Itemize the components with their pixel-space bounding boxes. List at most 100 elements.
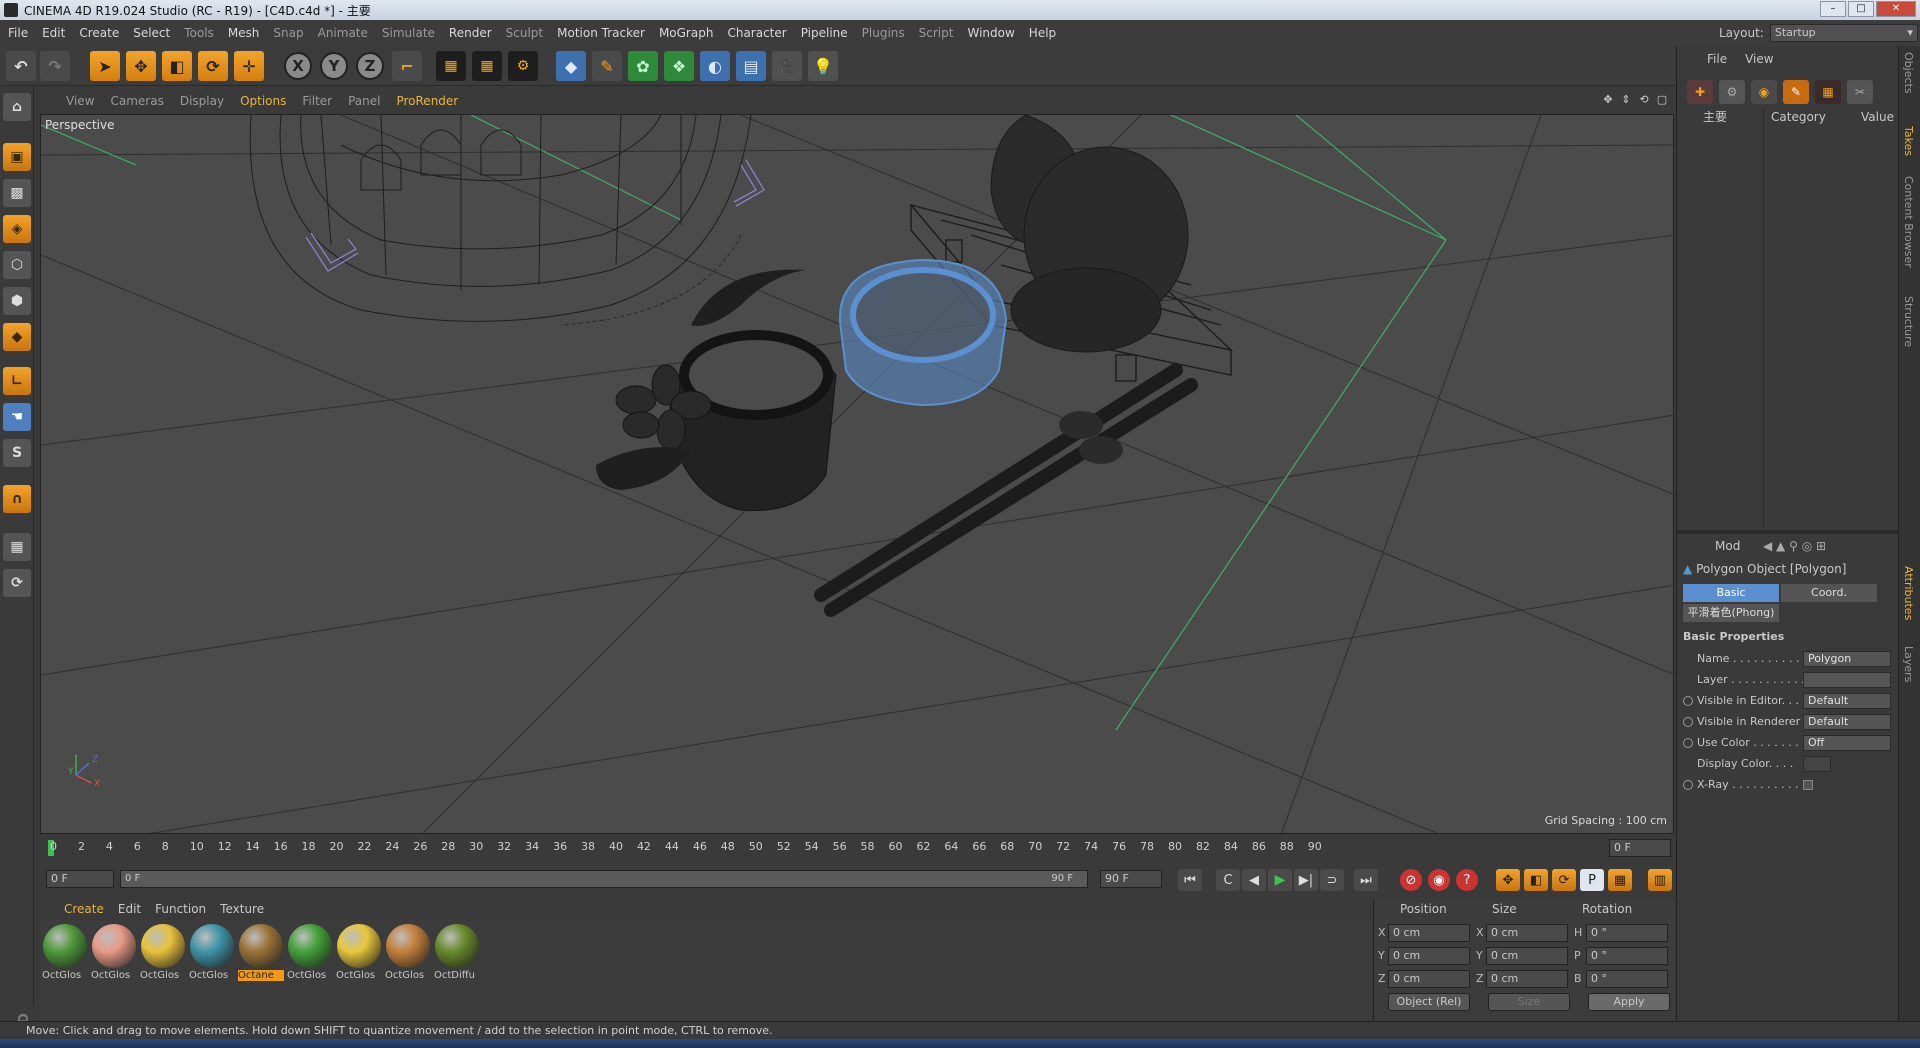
polygons-mode-icon[interactable]: ◆: [3, 323, 31, 351]
menu-pipeline[interactable]: Pipeline: [801, 26, 848, 40]
workplane-mode-icon[interactable]: ◈: [3, 215, 31, 243]
z-axis-lock-icon[interactable]: Z: [356, 52, 384, 80]
side-tab-attributes[interactable]: Attributes: [1902, 566, 1915, 620]
position-x-field[interactable]: 0 cm: [1388, 924, 1470, 942]
light-icon[interactable]: 💡: [808, 51, 838, 81]
key-pla-icon[interactable]: ▦: [1608, 869, 1632, 891]
side-tab-structure[interactable]: Structure: [1902, 296, 1915, 347]
minimize-button[interactable]: –: [1820, 1, 1846, 17]
menu-simulate[interactable]: Simulate: [382, 26, 435, 40]
cube-primitive-icon[interactable]: ◆: [556, 51, 586, 81]
previous-frame-icon[interactable]: ◀: [1242, 869, 1266, 891]
attribute-value[interactable]: Default: [1803, 714, 1891, 730]
key-scale-icon[interactable]: ◧: [1524, 869, 1548, 891]
magnet-icon[interactable]: ∩: [3, 485, 31, 513]
deformer-icon[interactable]: ◐: [700, 51, 730, 81]
record-keys-icon[interactable]: ⊘: [1400, 869, 1422, 891]
menu-tools[interactable]: Tools: [184, 26, 214, 40]
y-axis-lock-icon[interactable]: Y: [320, 52, 348, 80]
material-menu-texture[interactable]: Texture: [220, 902, 264, 916]
current-frame-field[interactable]: 0 F: [1609, 839, 1671, 857]
viewport-menu-panel[interactable]: Panel: [348, 94, 380, 108]
scale-tool-icon[interactable]: ◧: [162, 51, 192, 81]
apply-button[interactable]: Apply: [1588, 993, 1670, 1011]
material-menu-edit[interactable]: Edit: [118, 902, 141, 916]
rotation-b-field[interactable]: 0 °: [1586, 970, 1668, 988]
menu-animate[interactable]: Animate: [318, 26, 368, 40]
tweak-mode-icon[interactable]: ☚: [3, 403, 31, 431]
menu-render[interactable]: Render: [449, 26, 492, 40]
material-swatch[interactable]: OctGlos: [140, 924, 186, 986]
position-z-field[interactable]: 0 cm: [1388, 970, 1470, 988]
menu-window[interactable]: Window: [967, 26, 1014, 40]
side-tab-takes[interactable]: Takes: [1902, 126, 1915, 156]
workplane-icon[interactable]: ⟳: [3, 569, 31, 597]
frame-range-slider[interactable]: 0 F 90 F: [120, 870, 1088, 888]
position-y-field[interactable]: 0 cm: [1388, 947, 1470, 965]
menu-mesh[interactable]: Mesh: [228, 26, 260, 40]
goto-start-icon[interactable]: ⏮: [1178, 869, 1202, 891]
material-swatch[interactable]: OctGlos: [91, 924, 137, 986]
start-frame-field[interactable]: 0 F: [46, 870, 114, 888]
orbit-icon[interactable]: ⟲: [1637, 93, 1651, 107]
attributes-nav-icons[interactable]: ◀ ▲ ⚲ ◎ ⊞: [1763, 536, 1826, 556]
snap-icon[interactable]: S: [3, 439, 31, 467]
viewport-menu-prorender[interactable]: ProRender: [396, 94, 458, 108]
key-parameter-icon[interactable]: P: [1580, 869, 1604, 891]
lock-workplane-icon[interactable]: ▦: [3, 533, 31, 561]
animation-radio-icon[interactable]: [1683, 738, 1693, 748]
attribute-value[interactable]: Default: [1803, 693, 1891, 709]
render-view-icon[interactable]: ▦: [436, 51, 466, 81]
subdivision-generator-icon[interactable]: ✿: [628, 51, 658, 81]
panel-splitter[interactable]: [1677, 530, 1899, 534]
size-z-field[interactable]: 0 cm: [1486, 970, 1568, 988]
material-swatch[interactable]: OctGlos: [336, 924, 382, 986]
floor-environment-icon[interactable]: ▤: [736, 51, 766, 81]
x-axis-lock-icon[interactable]: X: [284, 52, 312, 80]
maximize-button[interactable]: □: [1848, 1, 1874, 17]
move-tool-icon[interactable]: ✥: [126, 51, 156, 81]
attributes-mode-menu[interactable]: Mod: [1715, 539, 1740, 553]
auto-take-icon[interactable]: ✎: [1783, 80, 1809, 104]
menu-mograph[interactable]: MoGraph: [659, 26, 714, 40]
material-menu-create[interactable]: Create: [64, 902, 104, 916]
menu-file[interactable]: File: [8, 26, 28, 40]
material-swatch[interactable]: OctGlos: [287, 924, 333, 986]
redo-icon[interactable]: ↷: [40, 51, 70, 81]
menu-sculpt[interactable]: Sculpt: [506, 26, 543, 40]
tab-phong[interactable]: 平滑着色(Phong): [1683, 604, 1779, 622]
coordinate-mode-dropdown[interactable]: Object (Rel): [1388, 993, 1470, 1011]
material-swatch[interactable]: OctGlos: [42, 924, 88, 986]
play-forward-icon[interactable]: ▶: [1268, 869, 1292, 891]
display-color-swatch[interactable]: [1803, 756, 1831, 772]
maximize-view-icon[interactable]: ▢: [1655, 93, 1669, 107]
undo-icon[interactable]: ↶: [6, 51, 36, 81]
side-tab-content-browser[interactable]: Content Browser: [1902, 176, 1915, 268]
attribute-row[interactable]: X-Ray . . . . . . . . . .: [1677, 776, 1899, 794]
size-x-field[interactable]: 0 cm: [1486, 924, 1568, 942]
previous-key-icon[interactable]: C: [1216, 869, 1240, 891]
attribute-value[interactable]: [1803, 672, 1891, 688]
menu-select[interactable]: Select: [133, 26, 170, 40]
xray-checkbox[interactable]: [1803, 780, 1813, 790]
perspective-viewport[interactable]: Perspective Y X Z Grid Spacing : 100 cm: [40, 114, 1674, 834]
attribute-row[interactable]: Visible in Editor. . . Default: [1677, 692, 1899, 710]
viewport-menu-view[interactable]: View: [66, 94, 94, 108]
points-mode-icon[interactable]: ⬡: [3, 251, 31, 279]
live-selection-icon[interactable]: ✛: [234, 51, 264, 81]
next-frame-icon[interactable]: ▶|: [1294, 869, 1318, 891]
attribute-row[interactable]: Layer . . . . . . . . . . .: [1677, 671, 1899, 689]
menu-motion-tracker[interactable]: Motion Tracker: [557, 26, 645, 40]
edges-mode-icon[interactable]: ⬢: [3, 287, 31, 315]
takes-clone-icon[interactable]: ⚙: [1719, 80, 1745, 104]
object-menu-file[interactable]: File: [1707, 52, 1727, 66]
lock-overrides-icon[interactable]: ✂: [1847, 80, 1873, 104]
camera-icon[interactable]: 🎥: [772, 51, 802, 81]
size-y-field[interactable]: 0 cm: [1486, 947, 1568, 965]
pen-spline-icon[interactable]: ✎: [592, 51, 622, 81]
attribute-value[interactable]: Polygon: [1803, 651, 1891, 667]
menu-edit[interactable]: Edit: [42, 26, 65, 40]
material-menu-function[interactable]: Function: [155, 902, 206, 916]
animation-radio-icon[interactable]: [1683, 780, 1693, 790]
attribute-row[interactable]: Name . . . . . . . . . . . Polygon: [1677, 650, 1899, 668]
